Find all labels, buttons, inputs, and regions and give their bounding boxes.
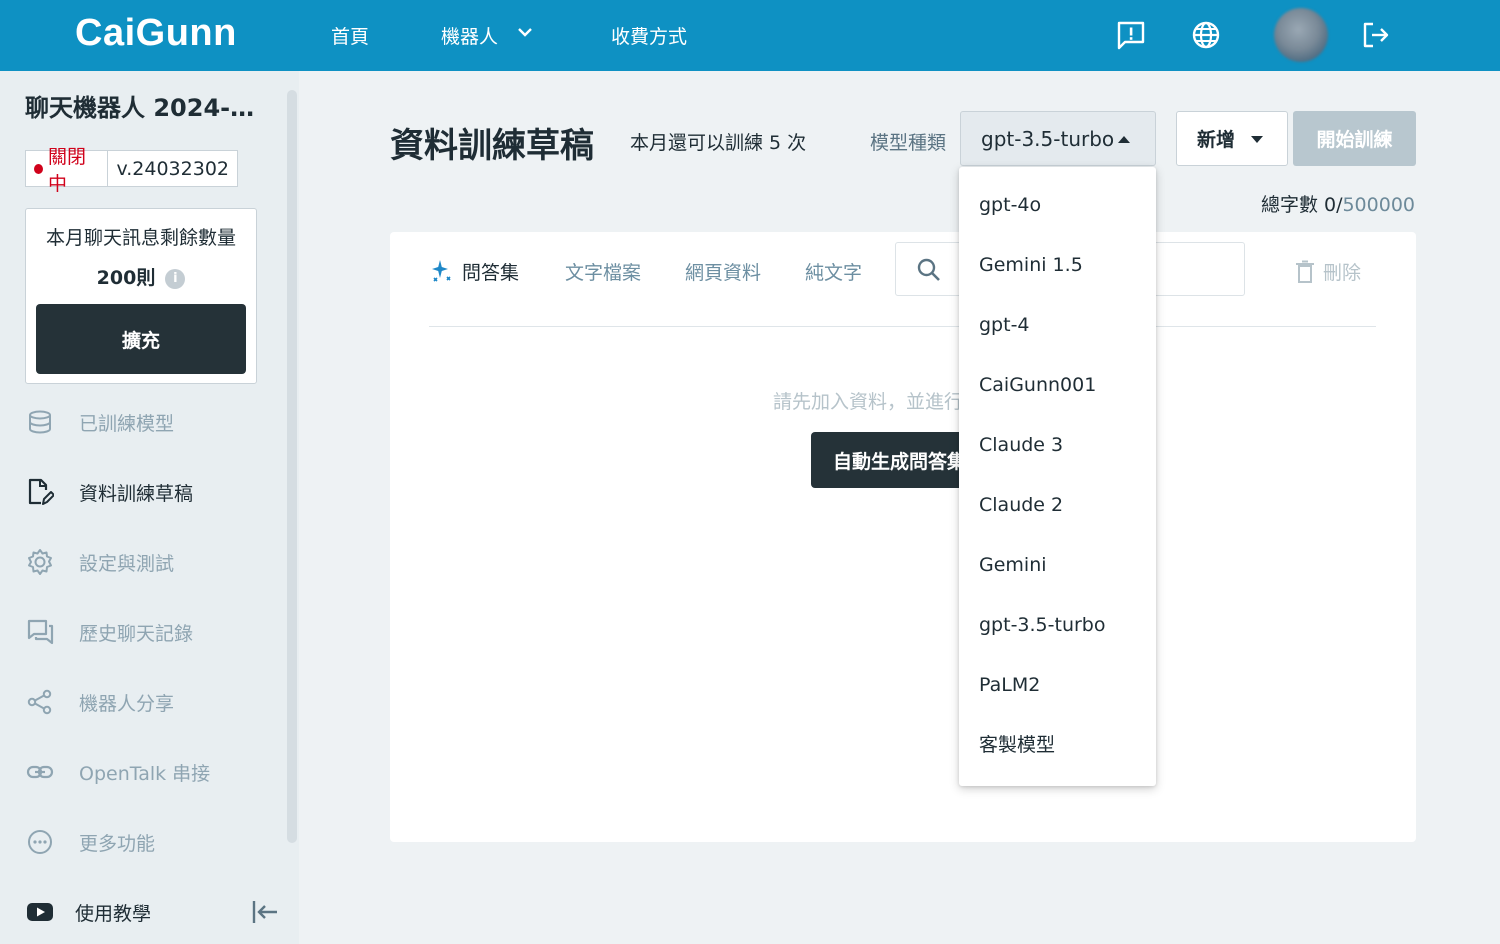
model-select-value: gpt-3.5-turbo [981, 126, 1115, 151]
model-dropdown-menu: gpt-4o Gemini 1.5 gpt-4 CaiGunn001 Claud… [959, 167, 1156, 786]
quota-label: 本月聊天訊息剩餘數量 [45, 227, 236, 249]
sidebar-item-label: 已訓練模型 [79, 412, 175, 435]
status-dot-icon [34, 163, 44, 174]
delete-label: 刪除 [1323, 262, 1362, 284]
tab-plain-text[interactable]: 純文字 [805, 258, 862, 285]
trash-icon [1296, 260, 1314, 283]
sidebar-item-share[interactable]: 機器人分享 [24, 682, 274, 722]
tab-text-files[interactable]: 文字檔案 [565, 258, 641, 285]
empty-hint: 請先加入資料，並進行 [773, 391, 964, 413]
training-remaining: 本月還可以訓練 5 次 [630, 132, 807, 154]
sidebar-item-label: 設定與測試 [79, 552, 175, 575]
nav-bots[interactable]: 機器人 [441, 22, 498, 49]
expand-button[interactable]: 擴充 [36, 304, 246, 374]
sidebar-item-more[interactable]: 更多功能 [24, 822, 274, 862]
sidebar-item-label: 機器人分享 [79, 692, 175, 715]
model-option[interactable]: gpt-4 [959, 295, 1156, 355]
model-option[interactable]: Gemini [959, 535, 1156, 595]
top-navbar: CaiGunn 首頁 機器人 收費方式 [0, 0, 1500, 71]
quota-card: 本月聊天訊息剩餘數量 200則 i 擴充 [25, 208, 257, 384]
globe-icon[interactable] [1190, 19, 1222, 51]
caret-down-icon [1251, 136, 1263, 143]
model-option[interactable]: 客製模型 [959, 715, 1156, 775]
quota-count: 200則 i [26, 263, 256, 290]
chevron-down-icon[interactable] [516, 25, 534, 39]
model-option[interactable]: Gemini 1.5 [959, 235, 1156, 295]
start-training-button[interactable]: 開始訓練 [1293, 111, 1416, 166]
sidebar-item-settings[interactable]: 設定與測試 [24, 542, 274, 582]
collapse-sidebar-icon[interactable] [250, 897, 280, 927]
word-count-limit: 500000 [1342, 194, 1415, 216]
page-title: 資料訓練草稿 [390, 126, 594, 166]
model-type-label: 模型種類 [870, 132, 947, 154]
edit-document-icon [24, 476, 56, 508]
caret-up-icon [1118, 136, 1130, 143]
model-option[interactable]: CaiGunn001 [959, 355, 1156, 415]
status-text: 關閉中 [48, 145, 87, 195]
nav-home[interactable]: 首頁 [331, 22, 369, 49]
model-select[interactable]: gpt-3.5-turbo [960, 111, 1156, 166]
delete-button[interactable]: 刪除 [1295, 258, 1361, 285]
youtube-icon [24, 896, 56, 928]
sidebar-item-label: OpenTalk 串接 [79, 762, 211, 785]
model-option[interactable]: gpt-3.5-turbo [959, 595, 1156, 655]
content-panel: 問答集 文字檔案 網頁資料 純文字 刪除 請先加入資料，並進行 自動生成問答集 [390, 232, 1416, 842]
feedback-icon[interactable] [1115, 19, 1147, 51]
nav-pricing[interactable]: 收費方式 [611, 22, 687, 49]
sidebar-item-trained-models[interactable]: 已訓練模型 [24, 402, 274, 442]
model-option[interactable]: gpt-4o [959, 175, 1156, 235]
word-count: 總字數 0/500000 [1261, 190, 1415, 217]
share-icon [24, 686, 56, 718]
tab-qa-set[interactable]: 問答集 [430, 258, 519, 285]
tab-web-data[interactable]: 網頁資料 [685, 258, 761, 285]
version-label: v.24032302 [116, 157, 229, 180]
sidebar-item-tutorial[interactable]: 使用教學 [24, 892, 274, 932]
divider [429, 326, 1376, 327]
tab-label: 文字檔案 [565, 262, 642, 284]
avatar[interactable] [1274, 8, 1328, 62]
sidebar-scrollbar[interactable] [287, 90, 297, 843]
search-icon [917, 258, 940, 281]
sparkle-icon [432, 259, 451, 282]
logout-icon[interactable] [1360, 19, 1392, 51]
bot-name: 聊天機器人 2024-0324 [25, 94, 265, 122]
status-badge: 關閉中 [26, 146, 109, 195]
bot-status-box: 關閉中 v.24032302 [25, 146, 238, 195]
info-icon[interactable]: i [165, 269, 186, 289]
database-icon [24, 406, 56, 438]
tab-label: 問答集 [462, 262, 520, 284]
quota-count-value: 200則 [96, 267, 156, 289]
model-option[interactable]: PaLM2 [959, 655, 1156, 715]
sidebar-item-opentalk[interactable]: OpenTalk 串接 [24, 752, 274, 792]
link-icon [24, 756, 56, 788]
chat-history-icon [24, 616, 56, 648]
gear-icon [24, 546, 56, 578]
tab-label: 純文字 [805, 262, 863, 284]
sidebar-item-label: 使用教學 [75, 902, 152, 925]
add-button-label: 新增 [1197, 129, 1236, 151]
add-button[interactable]: 新增 [1176, 111, 1288, 166]
logo[interactable]: CaiGunn [75, 12, 237, 55]
model-option[interactable]: Claude 2 [959, 475, 1156, 535]
word-count-label: 總字數 0/ [1260, 194, 1343, 216]
tab-label: 網頁資料 [685, 262, 762, 284]
sidebar-item-training-draft[interactable]: 資料訓練草稿 [24, 472, 274, 512]
model-option[interactable]: Claude 3 [959, 415, 1156, 475]
sidebar-item-label: 歷史聊天記錄 [79, 622, 194, 645]
more-icon [24, 826, 56, 858]
sidebar-item-label: 更多功能 [79, 832, 156, 855]
sidebar-item-chat-history[interactable]: 歷史聊天記錄 [24, 612, 274, 652]
sidebar-item-label: 資料訓練草稿 [79, 482, 194, 505]
